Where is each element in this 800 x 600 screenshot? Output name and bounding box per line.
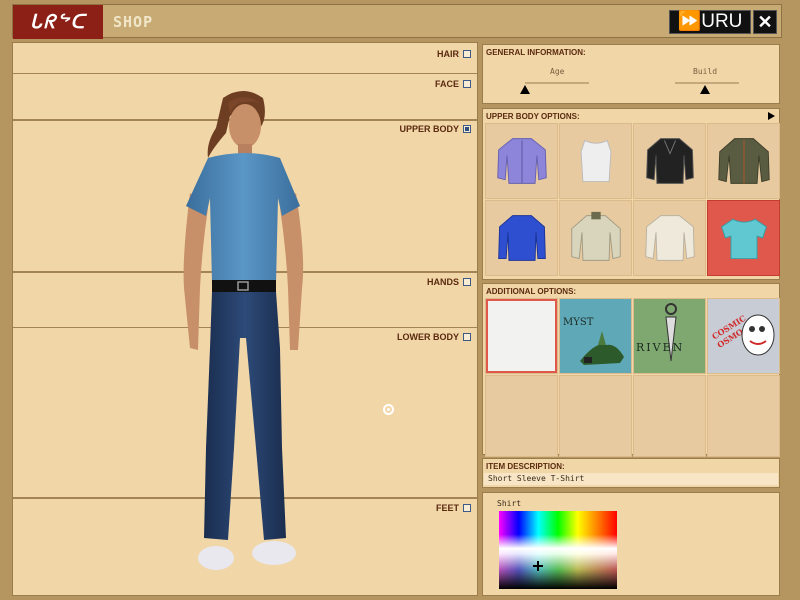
decal-plain[interactable] [485,298,558,374]
category-upper-body[interactable]: UPPER BODY [399,124,471,134]
lower-body-checkbox[interactable] [463,333,471,341]
clothing-item-black-leather-jacket[interactable] [633,123,706,199]
left-shoe [198,546,234,570]
clothing-item-short-sleeve-t-shirt[interactable] [707,200,780,276]
decal-riven[interactable]: RIVEN [633,298,706,374]
game-logo: ᒐᖇᖦᑕ [13,5,103,39]
sweater-icon [570,211,621,261]
build-label: Build [693,67,718,76]
left-arm [183,193,208,350]
category-label: UPPER BODY [399,124,459,134]
head-shape [229,104,261,148]
decal-myst[interactable]: MYST [559,298,632,374]
color-picker-cursor-icon[interactable] [533,561,543,571]
clothing-item-blue-long-sleeve[interactable] [485,200,558,276]
category-lower-body[interactable]: LOWER BODY [397,332,471,342]
title-bar: ᒐᖇᖦᑕ SHOP ⏩URU ✕ [12,4,782,39]
item-description-panel: ITEM DESCRIPTION: Short Sleeve T-Shirt [482,458,780,488]
category-label: LOWER BODY [397,332,459,342]
hooded-jacket-icon [717,138,770,184]
decal-empty-slot [559,375,632,457]
upper-body-options-panel: UPPER BODY OPTIONS: [482,108,780,280]
riven-logo-text: RIVEN [636,341,685,354]
age-slider-track[interactable] [525,82,589,84]
category-label: HAIR [437,49,459,59]
category-face[interactable]: FACE [435,79,471,89]
uru-button[interactable]: ⏩URU [669,10,751,34]
right-arm [280,193,304,350]
right-shoe [252,541,296,565]
color-spectrum[interactable] [499,511,617,589]
clothing-item-olive-jacket[interactable] [707,123,780,199]
category-hands[interactable]: HANDS [427,277,471,287]
item-description-header: ITEM DESCRIPTION: [486,462,565,471]
avatar-figure[interactable] [168,88,318,588]
riven-dagger-icon [665,303,677,362]
item-description-text: Short Sleeve T-Shirt [484,473,778,485]
additional-options-header: ADDITIONAL OPTIONS: [486,287,577,296]
clothing-grid [485,123,780,276]
face-checkbox[interactable] [463,80,471,88]
age-slider-handle[interactable] [520,85,530,94]
clothing-item-grey-sweater[interactable] [559,200,632,276]
jeans-shape [204,292,286,540]
leather-jacket-icon [645,138,694,184]
build-slider-handle[interactable] [700,85,710,94]
tank-top-icon [580,139,611,182]
clothing-item-cream-long-sleeve[interactable] [633,200,706,276]
decal-empty-slot [485,375,558,457]
myst-island-icon [580,331,624,365]
decal-empty-slot [707,375,780,457]
decal-empty-slot [633,375,706,457]
build-slider-track[interactable] [675,82,739,84]
category-label: FACE [434,79,459,89]
long-sleeve-icon [497,215,546,261]
category-feet[interactable]: FEET [436,503,471,513]
additional-options-panel: ADDITIONAL OPTIONS: MYST RIVEN COSMIC OS… [482,283,780,457]
target-cursor-icon [383,404,394,415]
general-information-header: GENERAL INFORMATION: [486,48,586,57]
hands-checkbox[interactable] [463,278,471,286]
close-button[interactable]: ✕ [753,10,777,34]
cosmic-osmo-character-icon [741,314,775,356]
clothing-item-lavender-jacket[interactable] [485,123,558,199]
category-label: HANDS [426,277,459,287]
category-label: FEET [435,503,459,513]
cream-top-icon [644,215,695,261]
general-information-panel: GENERAL INFORMATION: Age Build [482,44,780,104]
color-picker-panel: Shirt [482,492,780,596]
age-label: Age [550,67,565,76]
hair-checkbox[interactable] [463,50,471,58]
window-title: SHOP [113,13,154,31]
color-target-label: Shirt [497,499,522,508]
section-divider [13,73,477,74]
upper-body-options-header: UPPER BODY OPTIONS: [486,112,580,121]
category-hair[interactable]: HAIR [437,49,471,59]
jacket-icon [496,138,547,184]
decal-cosmic-osmo[interactable]: COSMIC OSMO [707,298,780,374]
avatar-panel: HAIR FACE UPPER BODY HANDS LOWER BODY FE… [12,42,478,596]
decal-grid: MYST RIVEN COSMIC OSMO [485,298,780,457]
next-page-arrow-icon[interactable] [768,112,775,120]
t-shirt-icon [720,218,767,259]
upper-body-checkbox[interactable] [463,125,471,133]
feet-checkbox[interactable] [463,504,471,512]
clothing-item-white-tank-top[interactable] [559,123,632,199]
